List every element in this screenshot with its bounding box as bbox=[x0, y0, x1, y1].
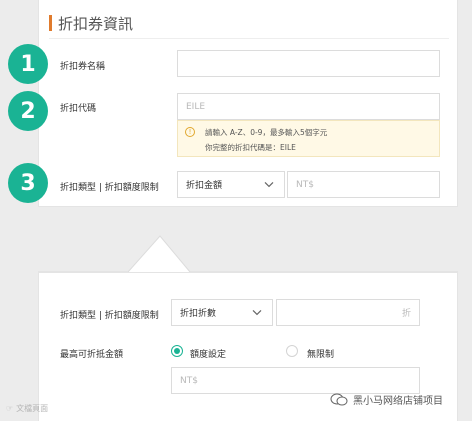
bottom-discount-type-select[interactable]: 折扣折數 bbox=[171, 299, 273, 326]
coupon-name-label: 折扣券名稱 bbox=[60, 62, 106, 72]
watermark-icon: ☞ bbox=[6, 404, 14, 413]
watermark-right-text: 黑小马网络店铺项目 bbox=[353, 396, 443, 407]
hint-full-code-text: 你完整的折扣代碼是：EILE bbox=[205, 143, 296, 152]
watermark-left: ☞ 文檔頁面 bbox=[6, 403, 48, 414]
discount-type-label: 折扣類型 | 折扣額度限制 bbox=[60, 183, 159, 193]
chevron-down-icon bbox=[264, 181, 274, 187]
watermark-right: 黑小马网络店铺项目 bbox=[330, 392, 443, 407]
radio-unlimited[interactable] bbox=[286, 345, 298, 357]
watermark-left-text: 文檔頁面 bbox=[16, 404, 49, 413]
radio-limit-setting-label: 額度設定 bbox=[190, 350, 227, 360]
chevron-down-icon bbox=[252, 309, 262, 315]
discount-percent-unit: 折 bbox=[401, 309, 411, 319]
bottom-discount-type-label: 折扣類型 | 折扣額度限制 bbox=[60, 311, 159, 321]
step-2-badge: 2 bbox=[8, 91, 48, 131]
discount-type-select[interactable]: 折扣金額 bbox=[177, 171, 285, 198]
discount-percent-input[interactable]: 折 bbox=[276, 299, 420, 326]
step-3-badge: 3 bbox=[8, 163, 48, 203]
max-amount-input[interactable]: NT$ bbox=[171, 367, 420, 394]
coupon-code-hint: ! 請輸入 A-Z、0-9，最多輸入5個字元 你完整的折扣代碼是：EILE bbox=[177, 120, 440, 157]
max-amount-label: 最高可折抵金額 bbox=[60, 350, 124, 360]
step-1-badge: 1 bbox=[8, 44, 48, 84]
radio-unlimited-label: 無限制 bbox=[307, 350, 335, 360]
discount-type-select-value: 折扣金額 bbox=[186, 181, 223, 191]
wechat-icon bbox=[330, 393, 348, 405]
info-icon: ! bbox=[185, 127, 195, 137]
radio-limit-setting[interactable] bbox=[171, 345, 183, 357]
hint-rule-text: 請輸入 A-Z、0-9，最多輸入5個字元 bbox=[205, 128, 328, 137]
coupon-code-input[interactable]: EILE bbox=[177, 93, 440, 120]
discount-amount-input[interactable]: NT$ bbox=[287, 171, 440, 198]
bottom-discount-type-select-value: 折扣折數 bbox=[180, 309, 217, 319]
coupon-code-label: 折扣代碼 bbox=[60, 104, 97, 114]
coupon-name-input[interactable] bbox=[177, 50, 440, 77]
